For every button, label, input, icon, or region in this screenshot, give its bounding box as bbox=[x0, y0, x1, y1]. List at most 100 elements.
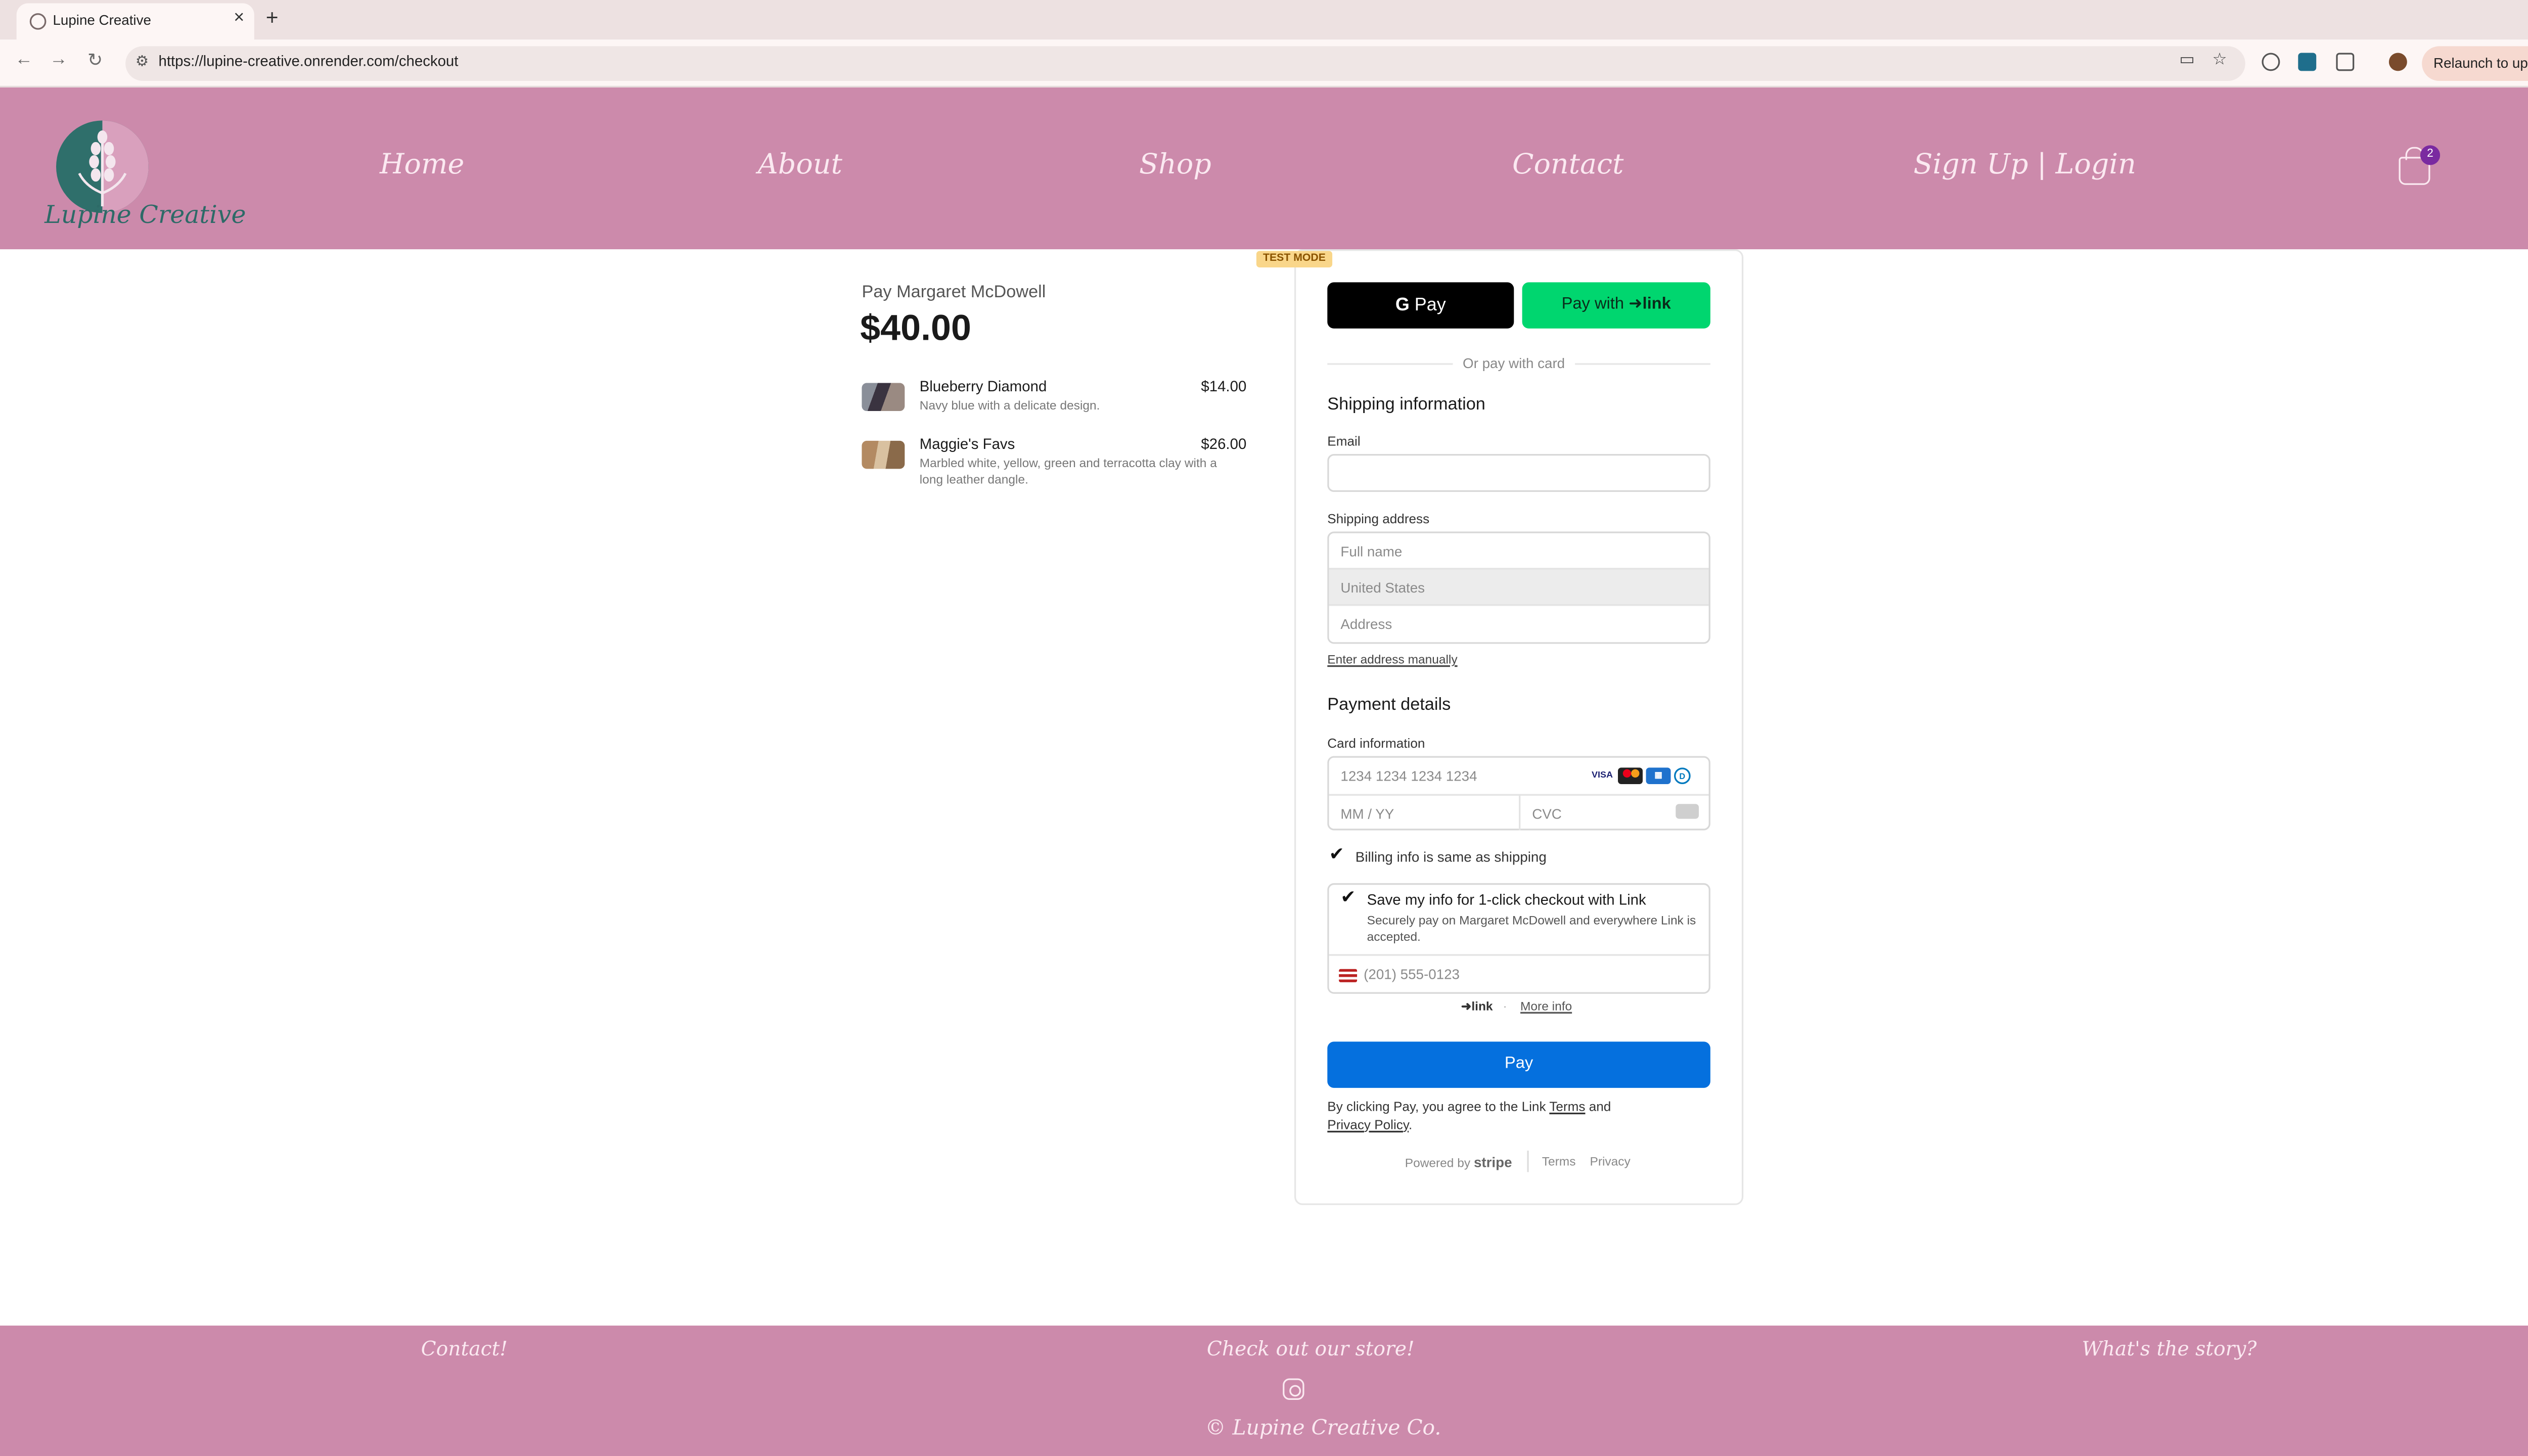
email-field[interactable] bbox=[1327, 453, 1710, 492]
google-g-icon: G bbox=[1395, 295, 1410, 315]
new-tab-icon[interactable]: + bbox=[266, 5, 279, 30]
site-settings-icon[interactable]: ⚙ bbox=[136, 53, 149, 71]
link-footer: ➜link · More info bbox=[1461, 999, 1572, 1014]
item-price: $26.00 bbox=[1201, 436, 1247, 452]
close-tab-icon[interactable]: × bbox=[234, 8, 244, 28]
page-root: Lupine Creative × + ⌄ ← → ↻ ⚙ https://lu… bbox=[0, 0, 2528, 1456]
globe-icon bbox=[29, 13, 47, 30]
link-terms-link[interactable]: Terms bbox=[1549, 1100, 1585, 1114]
shipping-address-group: Full name United States Address bbox=[1327, 531, 1710, 644]
full-name-field[interactable]: Full name bbox=[1329, 533, 1709, 570]
nav-about[interactable]: About bbox=[758, 149, 842, 181]
link-word: link bbox=[1642, 295, 1671, 314]
item-price: $14.00 bbox=[1201, 378, 1247, 395]
billing-same-label: Billing info is same as shipping bbox=[1355, 848, 1547, 866]
payment-title: Payment details bbox=[1327, 695, 1451, 715]
link-arrow-icon: ➜ bbox=[1629, 295, 1643, 314]
lupine-flower-icon bbox=[78, 130, 127, 207]
or-pay-with-card: Or pay with card bbox=[1453, 355, 1575, 372]
back-icon[interactable]: ← bbox=[15, 50, 33, 69]
product-thumbnail bbox=[862, 383, 905, 412]
site-header bbox=[0, 87, 2528, 250]
puzzle-icon[interactable] bbox=[2336, 53, 2355, 71]
full-name-placeholder: Full name bbox=[1340, 543, 1403, 560]
country-value: United States bbox=[1340, 579, 1425, 596]
card-number-field[interactable]: 1234 1234 1234 1234 VISA ▦ D bbox=[1329, 758, 1709, 794]
link-logo-word: link bbox=[1471, 998, 1493, 1014]
us-flag-icon[interactable] bbox=[1339, 969, 1358, 982]
link-pay-label: Pay with bbox=[1561, 295, 1624, 314]
browser-tab[interactable]: Lupine Creative × bbox=[16, 3, 254, 40]
product-thumbnail bbox=[862, 440, 905, 469]
divider bbox=[1329, 954, 1709, 956]
diners-icon: D bbox=[1674, 767, 1691, 785]
cart-count-badge: 2 bbox=[2420, 145, 2441, 165]
privacy-policy-link[interactable]: Privacy Policy bbox=[1327, 1117, 1409, 1131]
visa-icon: VISA bbox=[1590, 767, 1615, 785]
tab-title: Lupine Creative bbox=[53, 11, 151, 28]
terms-and: and bbox=[1589, 1099, 1611, 1115]
shipping-address-label: Shipping address bbox=[1327, 512, 1430, 527]
terms-prefix: By clicking Pay, you agree to the Link bbox=[1327, 1099, 1546, 1115]
nav-signup-login[interactable]: Sign Up | Login bbox=[1913, 149, 2136, 181]
url-text[interactable]: https://lupine-creative.onrender.com/che… bbox=[158, 53, 458, 69]
separator-dot: · bbox=[1503, 998, 1507, 1014]
billing-same-checkbox[interactable]: ✔ bbox=[1329, 846, 1347, 865]
expiry-placeholder: MM / YY bbox=[1340, 805, 1394, 823]
address-field[interactable]: Address bbox=[1329, 606, 1709, 642]
item-description: Marbled white, yellow, green and terraco… bbox=[919, 456, 1217, 486]
google-pay-button[interactable]: G Pay bbox=[1327, 282, 1514, 329]
link-logo: ➜link bbox=[1461, 998, 1493, 1014]
item-description: Navy blue with a delicate design. bbox=[919, 397, 1100, 413]
terms-notice: By clicking Pay, you agree to the Link T… bbox=[1327, 1099, 1611, 1132]
email-label: Email bbox=[1327, 434, 1361, 449]
footer-store-link[interactable]: Check out our store! bbox=[1207, 1337, 1415, 1360]
nav-home[interactable]: Home bbox=[380, 149, 464, 181]
shipping-title: Shipping information bbox=[1327, 394, 1485, 415]
order-total: $40.00 bbox=[860, 307, 971, 348]
pay-to-label: Pay Margaret McDowell bbox=[862, 282, 1046, 302]
enter-address-manually-link[interactable]: Enter address manually bbox=[1327, 652, 1457, 667]
link-pay-button[interactable]: Pay with ➜link bbox=[1522, 282, 1710, 329]
avatar[interactable] bbox=[2388, 53, 2407, 71]
powered-by-text: Powered by bbox=[1405, 1155, 1471, 1171]
forward-icon[interactable]: → bbox=[50, 50, 68, 69]
mastercard-icon bbox=[1617, 767, 1643, 785]
phone-field[interactable]: (201) 555-0123 bbox=[1364, 966, 1460, 982]
logo-text[interactable]: Lupine Creative bbox=[44, 200, 246, 230]
cvc-field[interactable]: CVC bbox=[1520, 796, 1712, 832]
item-name: Maggie's Favs bbox=[919, 436, 1015, 452]
relaunch-button[interactable]: Relaunch to update ⋮ bbox=[2422, 46, 2528, 81]
save-info-title: Save my info for 1-click checkout with L… bbox=[1367, 891, 1646, 908]
logo[interactable] bbox=[56, 120, 149, 213]
card-info-label: Card information bbox=[1327, 736, 1425, 751]
stripe-terms-link[interactable]: Terms bbox=[1542, 1154, 1576, 1168]
card-icon[interactable]: ▭ bbox=[2179, 51, 2195, 69]
expiry-field[interactable]: MM / YY bbox=[1329, 796, 1519, 832]
bookmark-star-icon[interactable]: ☆ bbox=[2213, 51, 2227, 69]
stripe-privacy-link[interactable]: Privacy bbox=[1590, 1154, 1630, 1168]
reload-icon[interactable]: ↻ bbox=[87, 50, 103, 71]
powered-by-stripe[interactable]: Powered by stripe bbox=[1405, 1154, 1512, 1170]
address-placeholder: Address bbox=[1340, 615, 1392, 632]
pay-button[interactable]: Pay bbox=[1327, 1041, 1710, 1088]
nav-shop[interactable]: Shop bbox=[1139, 149, 1211, 181]
save-info-checkbox[interactable]: ✔ bbox=[1340, 889, 1359, 908]
extension-icon[interactable] bbox=[2262, 53, 2280, 71]
copyright: © Lupine Creative Co. bbox=[1205, 1415, 1441, 1440]
test-mode-badge: TEST MODE bbox=[1256, 251, 1333, 267]
browser-tab-strip: Lupine Creative × + ⌄ bbox=[0, 0, 2528, 40]
extension-icon[interactable] bbox=[2298, 53, 2317, 71]
nav-contact[interactable]: Contact bbox=[1512, 149, 1623, 181]
amex-icon: ▦ bbox=[1646, 767, 1671, 785]
cvc-placeholder: CVC bbox=[1532, 805, 1562, 823]
item-name: Blueberry Diamond bbox=[919, 378, 1047, 395]
cvc-card-icon bbox=[1676, 804, 1699, 819]
more-info-link[interactable]: More info bbox=[1520, 999, 1572, 1014]
footer-contact-link[interactable]: Contact! bbox=[421, 1337, 508, 1360]
browser-toolbar: ← → ↻ ⚙ https://lupine-creative.onrender… bbox=[0, 39, 2528, 88]
instagram-icon[interactable] bbox=[1283, 1378, 1304, 1400]
country-select[interactable]: United States bbox=[1329, 569, 1709, 606]
address-bar[interactable]: ⚙ https://lupine-creative.onrender.com/c… bbox=[125, 46, 2245, 81]
footer-story-link[interactable]: What's the story? bbox=[2082, 1337, 2257, 1360]
